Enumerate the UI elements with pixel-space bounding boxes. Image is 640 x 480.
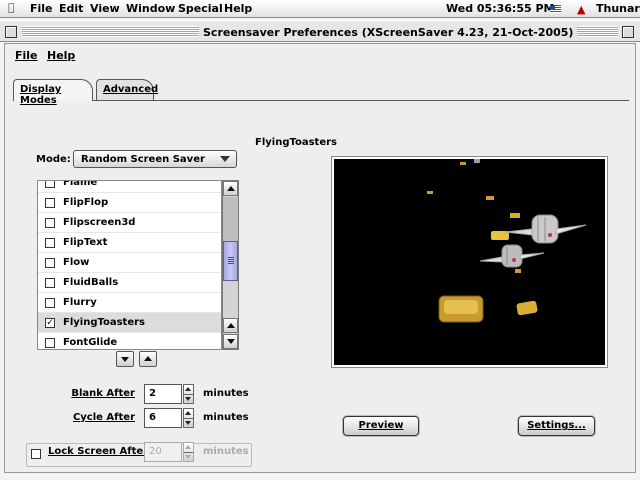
arrow-down-icon[interactable] [185,397,191,401]
list-item[interactable]: FlipText [38,233,221,253]
app-menu-help[interactable]: Help [47,49,75,62]
checkbox[interactable] [45,218,55,228]
list-item-selected[interactable]: ✓ FlyingToasters [38,313,221,333]
scroll-up-button[interactable] [223,181,238,196]
lock-screen-stepper [183,442,194,462]
keyboard-flag-icon[interactable] [550,5,561,13]
list-item-label: Flurry [63,297,97,308]
scroll-thumb[interactable] [223,241,238,281]
arrow-up-icon [227,323,235,328]
arrow-down-icon [121,357,129,362]
list-item[interactable]: FluidBalls [38,273,221,293]
flying-toasters-preview-image [427,159,587,323]
cycle-after-label: Cycle After [72,412,135,423]
tab-display-modes-label: Display Modes [20,84,62,106]
menu-window[interactable]: Window [126,2,175,15]
menu-special[interactable]: Special [178,2,223,15]
checkbox[interactable] [45,298,55,308]
settings-button[interactable]: Settings... [518,416,595,436]
cycle-after-stepper[interactable] [183,408,194,428]
close-box-icon[interactable] [5,26,17,38]
app-menu-file[interactable]: File [15,49,38,62]
blank-after-input[interactable]: 2 [144,384,182,404]
menu-view[interactable]: View [90,2,120,15]
mode-label: Mode: [36,154,71,165]
list-item[interactable]: FontGlide [38,333,221,349]
list-item[interactable]: Flurry [38,293,221,313]
system-menubar:  File Edit View Window Special Help Wed… [0,0,640,18]
arrow-down-icon [185,455,191,459]
list-item-label: FontGlide [63,337,118,348]
checkbox[interactable] [45,238,55,248]
preview-area [331,156,608,368]
prev-hack-button[interactable] [139,351,157,367]
list-item[interactable]: Flipscreen3d [38,213,221,233]
blank-after-label: Blank After [71,388,135,399]
arrow-down-icon[interactable] [185,421,191,425]
menu-file[interactable]: File [30,2,53,15]
menu-edit[interactable]: Edit [59,2,83,15]
preview-button[interactable]: Preview [343,416,419,436]
tab-advanced-label: Advanced [103,84,159,95]
tab-advanced[interactable]: Advanced [96,79,158,100]
zoom-box-icon[interactable] [622,26,634,38]
tab-display-modes[interactable]: Display Modes [13,79,93,106]
cycle-after-input[interactable]: 6 [144,408,182,428]
window-content: File Help Display Modes Advanced FlyingT… [4,43,636,473]
list-item-label: Flipscreen3d [63,217,136,228]
active-app-name[interactable]: Thunar [596,2,640,15]
checkbox[interactable] [45,258,55,268]
lock-screen-checkbox[interactable] [31,449,41,459]
list-scrollbar[interactable] [222,180,239,350]
lock-screen-input: 20 [144,442,182,462]
arrow-down-icon [227,339,235,344]
chevron-down-icon [220,156,230,162]
arrow-up-icon [227,186,235,191]
menubar-clock[interactable]: Wed 05:36:55 PM [446,2,554,15]
app-logo-icon[interactable]: ▲ [577,3,585,16]
window-title: Screensaver Preferences (XScreenSaver 4.… [199,26,578,39]
list-item-label: Flame [63,180,98,188]
list-item-label: FlipFlop [63,197,109,208]
lock-screen-unit: minutes [203,446,249,457]
mode-select-value: Random Screen Saver [81,154,205,165]
screensaver-list[interactable]: Flame FlipFlop Flipscreen3d FlipText Flo… [37,180,222,350]
menu-help[interactable]: Help [224,2,252,15]
list-item[interactable]: Flame [38,180,221,193]
scroll-track[interactable] [223,197,238,241]
checkbox[interactable] [45,198,55,208]
list-item[interactable]: Flow [38,253,221,273]
list-item[interactable]: FlipFlop [38,193,221,213]
lock-screen-label[interactable]: Lock Screen After [48,446,148,457]
preview-title: FlyingToasters [255,137,337,148]
checkbox[interactable] [45,338,55,348]
arrow-up-icon[interactable] [185,411,191,415]
list-item-label: FlyingToasters [63,317,145,328]
cycle-after-unit: minutes [203,412,249,423]
scroll-down-button[interactable] [223,334,238,349]
screensaver-preferences-window: Screensaver Preferences (XScreenSaver 4.… [0,18,640,480]
arrow-up-icon [185,445,191,449]
grip-icon [228,257,234,265]
blank-after-stepper[interactable] [183,384,194,404]
list-item-label: FlipText [63,237,108,248]
arrow-up-icon[interactable] [185,387,191,391]
tab-panel-divider [13,100,629,101]
list-item-label: FluidBalls [63,277,119,288]
list-item-label: Flow [63,257,90,268]
checkbox[interactable] [45,278,55,288]
checkbox[interactable] [45,181,55,188]
scroll-up-button-lower[interactable] [223,318,238,333]
blank-after-unit: minutes [203,388,249,399]
window-titlebar[interactable]: Screensaver Preferences (XScreenSaver 4.… [0,20,640,42]
apple-menu-icon[interactable]:  [8,1,15,14]
checkbox-checked[interactable]: ✓ [45,318,55,328]
arrow-up-icon [144,356,152,361]
mode-select[interactable]: Random Screen Saver [73,150,237,168]
next-hack-button[interactable] [116,351,134,367]
